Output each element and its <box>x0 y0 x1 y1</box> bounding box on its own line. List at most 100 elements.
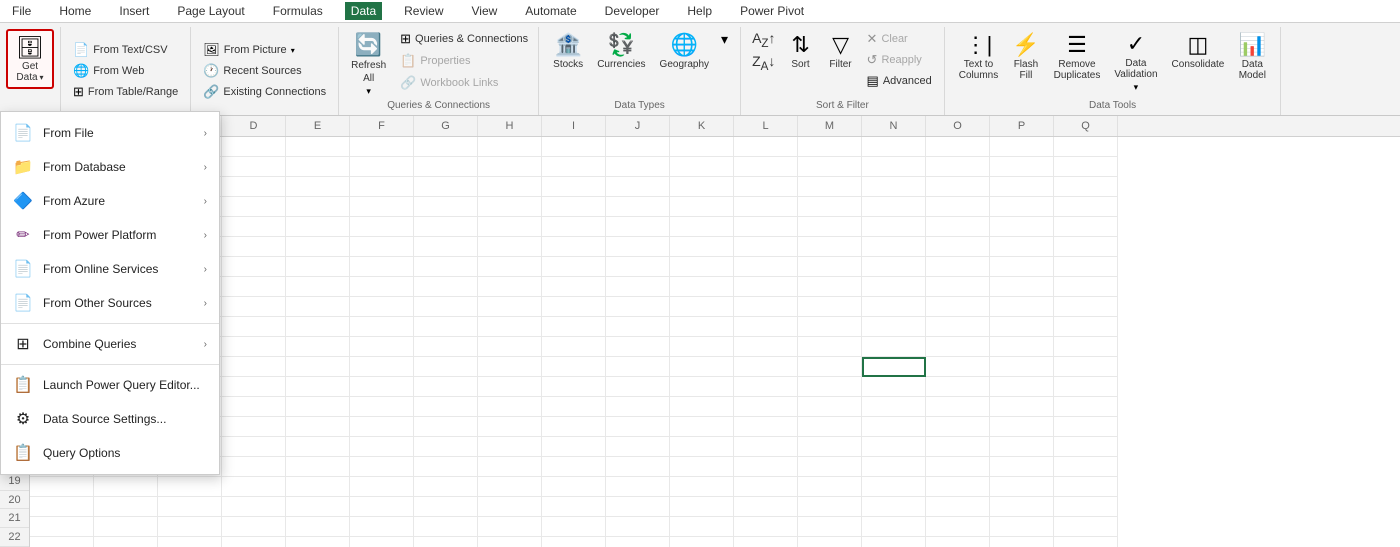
menu-launch-power-query[interactable]: 📋 Launch Power Query Editor... <box>1 368 219 402</box>
menu-power-pivot[interactable]: Power Pivot <box>734 2 810 20</box>
refresh-all-dropdown-arrow[interactable]: ▾ <box>356 85 381 100</box>
grid-cell[interactable] <box>798 377 862 397</box>
grid-cell[interactable] <box>734 517 798 537</box>
grid-cell[interactable] <box>990 177 1054 197</box>
menu-developer[interactable]: Developer <box>599 2 666 20</box>
grid-cell[interactable] <box>286 137 350 157</box>
menu-data-source-settings[interactable]: ⚙ Data Source Settings... <box>1 402 219 436</box>
grid-cell[interactable] <box>862 217 926 237</box>
grid-cell[interactable] <box>862 457 926 477</box>
grid-cell[interactable] <box>286 197 350 217</box>
grid-cell[interactable] <box>286 417 350 437</box>
grid-cell[interactable] <box>350 137 414 157</box>
grid-cell[interactable] <box>1054 397 1118 417</box>
grid-cell[interactable] <box>542 437 606 457</box>
grid-cell[interactable] <box>1054 157 1118 177</box>
grid-cell[interactable] <box>862 337 926 357</box>
grid-cell[interactable] <box>222 417 286 437</box>
geography-button[interactable]: 🌐 Geography <box>654 29 715 74</box>
menu-from-other-sources[interactable]: 📄 From Other Sources › <box>1 286 219 320</box>
grid-cell[interactable] <box>350 337 414 357</box>
grid-cell[interactable] <box>734 437 798 457</box>
data-validation-dropdown-arrow[interactable]: ▾ <box>1124 81 1149 96</box>
grid-cell[interactable] <box>926 137 990 157</box>
grid-cell[interactable] <box>542 317 606 337</box>
grid-cell[interactable] <box>94 537 158 547</box>
grid-cell[interactable] <box>670 177 734 197</box>
from-text-csv-button[interactable]: 📄 From Text/CSV <box>69 40 172 60</box>
grid-cell[interactable] <box>478 477 542 497</box>
grid-cell[interactable] <box>798 477 862 497</box>
grid-cell[interactable] <box>414 437 478 457</box>
refresh-all-split-button[interactable]: 🔄 Refresh All ▾ <box>345 29 392 100</box>
grid-cell[interactable] <box>926 377 990 397</box>
grid-cell[interactable] <box>862 317 926 337</box>
grid-cell[interactable] <box>350 197 414 217</box>
menu-from-file[interactable]: 📄 From File › <box>1 116 219 150</box>
grid-cell[interactable] <box>30 477 94 497</box>
grid-cell[interactable] <box>1054 377 1118 397</box>
grid-cell[interactable] <box>862 437 926 457</box>
grid-cell[interactable] <box>478 257 542 277</box>
grid-cell[interactable] <box>862 377 926 397</box>
flash-fill-button[interactable]: ⚡ FlashFill <box>1006 29 1045 85</box>
grid-cell[interactable] <box>734 337 798 357</box>
grid-cell[interactable] <box>734 477 798 497</box>
menu-from-database[interactable]: 📁 From Database › <box>1 150 219 184</box>
grid-cell[interactable] <box>798 417 862 437</box>
menu-from-azure[interactable]: 🔷 From Azure › <box>1 184 219 218</box>
grid-cell[interactable] <box>542 157 606 177</box>
grid-cell[interactable] <box>1054 237 1118 257</box>
grid-cell[interactable] <box>926 277 990 297</box>
from-picture-button[interactable]: 🖼 From Picture ▾ <box>199 40 299 60</box>
grid-cell[interactable] <box>286 237 350 257</box>
grid-cell[interactable] <box>30 497 94 517</box>
grid-cell[interactable] <box>606 397 670 417</box>
grid-cell[interactable] <box>286 177 350 197</box>
grid-cell[interactable] <box>30 517 94 537</box>
grid-cell[interactable] <box>862 397 926 417</box>
grid-cell[interactable] <box>1054 197 1118 217</box>
grid-cell[interactable] <box>670 277 734 297</box>
grid-cell[interactable] <box>926 397 990 417</box>
grid-cell[interactable] <box>222 537 286 547</box>
grid-cell[interactable] <box>478 497 542 517</box>
grid-cell[interactable] <box>670 497 734 517</box>
menu-help[interactable]: Help <box>681 2 718 20</box>
grid-cell[interactable] <box>350 157 414 177</box>
grid-cell[interactable] <box>798 277 862 297</box>
grid-cell[interactable] <box>606 137 670 157</box>
grid-cell[interactable] <box>542 337 606 357</box>
grid-cell[interactable] <box>926 217 990 237</box>
grid-cell[interactable] <box>734 417 798 437</box>
grid-cell[interactable] <box>222 397 286 417</box>
grid-cell[interactable] <box>670 297 734 317</box>
grid-cell[interactable] <box>478 357 542 377</box>
grid-cell[interactable] <box>478 197 542 217</box>
grid-cell[interactable] <box>606 237 670 257</box>
grid-cell[interactable] <box>734 317 798 337</box>
grid-cell[interactable] <box>798 237 862 257</box>
grid-cell[interactable] <box>1054 357 1118 377</box>
grid-cell[interactable] <box>286 377 350 397</box>
menu-data[interactable]: Data <box>345 2 382 20</box>
menu-view[interactable]: View <box>466 2 504 20</box>
grid-cell[interactable] <box>734 497 798 517</box>
grid-cell[interactable] <box>798 317 862 337</box>
grid-cell[interactable] <box>990 337 1054 357</box>
menu-page-layout[interactable]: Page Layout <box>171 2 250 20</box>
grid-cell[interactable] <box>990 357 1054 377</box>
menu-query-options[interactable]: 📋 Query Options <box>1 436 219 470</box>
grid-cell[interactable] <box>606 457 670 477</box>
grid-cell[interactable] <box>414 237 478 257</box>
grid-cell[interactable] <box>350 297 414 317</box>
grid-cell[interactable] <box>542 197 606 217</box>
grid-cell[interactable] <box>990 497 1054 517</box>
grid-cell[interactable] <box>542 177 606 197</box>
grid-cell[interactable] <box>862 497 926 517</box>
filter-button[interactable]: ▽ Filter <box>823 29 859 74</box>
grid-cell[interactable] <box>350 357 414 377</box>
grid-cell[interactable] <box>926 457 990 477</box>
grid-cell[interactable] <box>1054 297 1118 317</box>
grid-cell[interactable] <box>990 477 1054 497</box>
